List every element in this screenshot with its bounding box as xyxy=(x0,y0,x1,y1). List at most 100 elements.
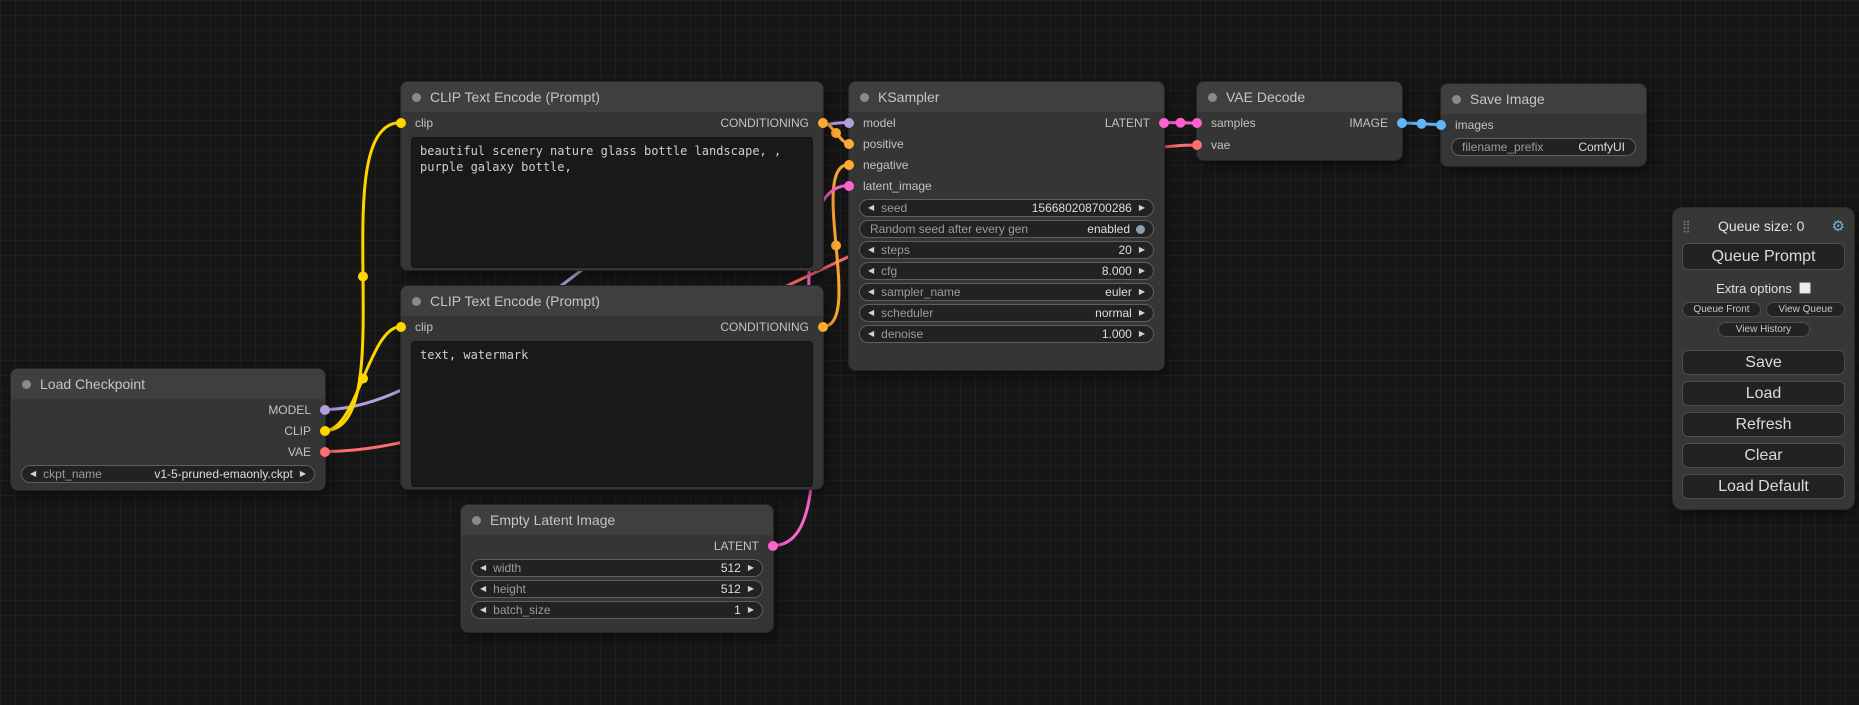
node-titlebar[interactable]: VAE Decode xyxy=(1197,82,1402,112)
node-empty-latent-image[interactable]: Empty Latent Image LATENT ◀ width 512 ▶ … xyxy=(460,504,774,633)
input-port-vae[interactable] xyxy=(1192,140,1202,150)
collapse-dot-icon[interactable] xyxy=(860,93,869,102)
output-port-latent[interactable] xyxy=(1159,118,1169,128)
slot-row: clip CONDITIONING xyxy=(401,316,823,337)
input-port-clip[interactable] xyxy=(396,118,406,128)
output-port-conditioning[interactable] xyxy=(818,118,828,128)
extra-options-checkbox[interactable] xyxy=(1799,282,1811,294)
load-default-button[interactable]: Load Default xyxy=(1682,474,1845,499)
increment-icon[interactable]: ▶ xyxy=(748,564,754,572)
widget-width[interactable]: ◀ width 512 ▶ xyxy=(471,559,763,577)
node-save-image[interactable]: Save Image images filename_prefix ComfyU… xyxy=(1440,83,1647,167)
collapse-dot-icon[interactable] xyxy=(412,297,421,306)
decrement-icon[interactable]: ◀ xyxy=(868,309,874,317)
node-titlebar[interactable]: Load Checkpoint xyxy=(11,369,325,399)
output-port-image[interactable] xyxy=(1397,118,1407,128)
input-port-negative[interactable] xyxy=(844,160,854,170)
increment-icon[interactable]: ▶ xyxy=(748,606,754,614)
node-title: VAE Decode xyxy=(1226,89,1305,105)
decrement-icon[interactable]: ◀ xyxy=(480,564,486,572)
decrement-icon[interactable]: ◀ xyxy=(868,288,874,296)
input-port-latent-image[interactable] xyxy=(844,181,854,191)
node-titlebar[interactable]: Empty Latent Image xyxy=(461,505,773,535)
input-label: negative xyxy=(863,158,908,172)
extra-options-label: Extra options xyxy=(1716,281,1792,296)
node-vae-decode[interactable]: VAE Decode samples IMAGE vae xyxy=(1196,81,1403,161)
node-ksampler[interactable]: KSampler model LATENT positive negative … xyxy=(848,81,1165,371)
input-port-clip[interactable] xyxy=(396,322,406,332)
increment-icon[interactable]: ▶ xyxy=(1139,267,1145,275)
decrement-icon[interactable]: ◀ xyxy=(480,585,486,593)
output-port-latent[interactable] xyxy=(768,541,778,551)
increment-icon[interactable]: ▶ xyxy=(300,470,306,478)
collapse-dot-icon[interactable] xyxy=(412,93,421,102)
queue-prompt-button[interactable]: Queue Prompt xyxy=(1682,243,1845,270)
slot-row: images xyxy=(1441,114,1646,135)
graph-canvas[interactable]: { "colors": { "model": "#B39DDB", "clip"… xyxy=(0,0,1859,705)
widget-cfg[interactable]: ◀ cfg 8.000 ▶ xyxy=(859,262,1154,280)
decrement-icon[interactable]: ◀ xyxy=(480,606,486,614)
collapse-dot-icon[interactable] xyxy=(22,380,31,389)
view-queue-button[interactable]: View Queue xyxy=(1766,302,1845,317)
input-port-images[interactable] xyxy=(1436,120,1446,130)
widget-name: steps xyxy=(881,243,910,257)
input-label: clip xyxy=(415,116,433,130)
collapse-dot-icon[interactable] xyxy=(1452,95,1461,104)
drag-handle-icon[interactable]: ⣿ xyxy=(1682,219,1691,233)
save-button[interactable]: Save xyxy=(1682,350,1845,375)
input-port-samples[interactable] xyxy=(1192,118,1202,128)
increment-icon[interactable]: ▶ xyxy=(1139,246,1145,254)
widget-value: 512 xyxy=(721,582,741,596)
widget-denoise[interactable]: ◀ denoise 1.000 ▶ xyxy=(859,325,1154,343)
refresh-button[interactable]: Refresh xyxy=(1682,412,1845,437)
node-clip-text-encode-positive[interactable]: CLIP Text Encode (Prompt) clip CONDITION… xyxy=(400,81,824,271)
widget-value: 156680208700286 xyxy=(1032,201,1132,215)
increment-icon[interactable]: ▶ xyxy=(1139,288,1145,296)
decrement-icon[interactable]: ◀ xyxy=(868,267,874,275)
node-title: CLIP Text Encode (Prompt) xyxy=(430,89,600,105)
widget-batch-size[interactable]: ◀ batch_size 1 ▶ xyxy=(471,601,763,619)
input-port-model[interactable] xyxy=(844,118,854,128)
output-port-conditioning[interactable] xyxy=(818,322,828,332)
decrement-icon[interactable]: ◀ xyxy=(868,330,874,338)
widget-value: 8.000 xyxy=(1102,264,1132,278)
collapse-dot-icon[interactable] xyxy=(472,516,481,525)
collapse-dot-icon[interactable] xyxy=(1208,93,1217,102)
queue-front-button[interactable]: Queue Front xyxy=(1682,302,1761,317)
widget-filename-prefix[interactable]: filename_prefix ComfyUI xyxy=(1451,138,1636,156)
widget-random-seed-toggle[interactable]: Random seed after every gen enabled xyxy=(859,220,1154,238)
increment-icon[interactable]: ▶ xyxy=(1139,309,1145,317)
clear-button[interactable]: Clear xyxy=(1682,443,1845,468)
widget-height[interactable]: ◀ height 512 ▶ xyxy=(471,580,763,598)
decrement-icon[interactable]: ◀ xyxy=(30,470,36,478)
node-titlebar[interactable]: CLIP Text Encode (Prompt) xyxy=(401,286,823,316)
widget-scheduler[interactable]: ◀ scheduler normal ▶ xyxy=(859,304,1154,322)
input-label: positive xyxy=(863,137,904,151)
settings-gear-icon[interactable]: ⚙ xyxy=(1832,217,1845,235)
output-port-clip[interactable] xyxy=(320,426,330,436)
positive-prompt-textarea[interactable]: beautiful scenery nature glass bottle la… xyxy=(411,137,813,268)
decrement-icon[interactable]: ◀ xyxy=(868,204,874,212)
node-titlebar[interactable]: Save Image xyxy=(1441,84,1646,114)
output-port-model[interactable] xyxy=(320,405,330,415)
output-label: CONDITIONING xyxy=(720,320,809,334)
node-titlebar[interactable]: KSampler xyxy=(849,82,1164,112)
increment-icon[interactable]: ▶ xyxy=(1139,330,1145,338)
widget-ckpt-name[interactable]: ◀ ckpt_name v1-5-pruned-emaonly.ckpt ▶ xyxy=(21,465,315,483)
widget-seed[interactable]: ◀ seed 156680208700286 ▶ xyxy=(859,199,1154,217)
negative-prompt-textarea[interactable]: text, watermark xyxy=(411,341,813,487)
view-history-button[interactable]: View History xyxy=(1718,322,1810,337)
widget-steps[interactable]: ◀ steps 20 ▶ xyxy=(859,241,1154,259)
toggle-dot-icon[interactable] xyxy=(1136,225,1145,234)
load-button[interactable]: Load xyxy=(1682,381,1845,406)
input-port-positive[interactable] xyxy=(844,139,854,149)
node-titlebar[interactable]: CLIP Text Encode (Prompt) xyxy=(401,82,823,112)
increment-icon[interactable]: ▶ xyxy=(1139,204,1145,212)
output-port-vae[interactable] xyxy=(320,447,330,457)
increment-icon[interactable]: ▶ xyxy=(748,585,754,593)
node-clip-text-encode-negative[interactable]: CLIP Text Encode (Prompt) clip CONDITION… xyxy=(400,285,824,490)
widget-sampler-name[interactable]: ◀ sampler_name euler ▶ xyxy=(859,283,1154,301)
widget-value: v1-5-pruned-emaonly.ckpt xyxy=(154,467,293,481)
node-load-checkpoint[interactable]: Load Checkpoint MODEL CLIP VAE ◀ ckpt_na… xyxy=(10,368,326,491)
decrement-icon[interactable]: ◀ xyxy=(868,246,874,254)
